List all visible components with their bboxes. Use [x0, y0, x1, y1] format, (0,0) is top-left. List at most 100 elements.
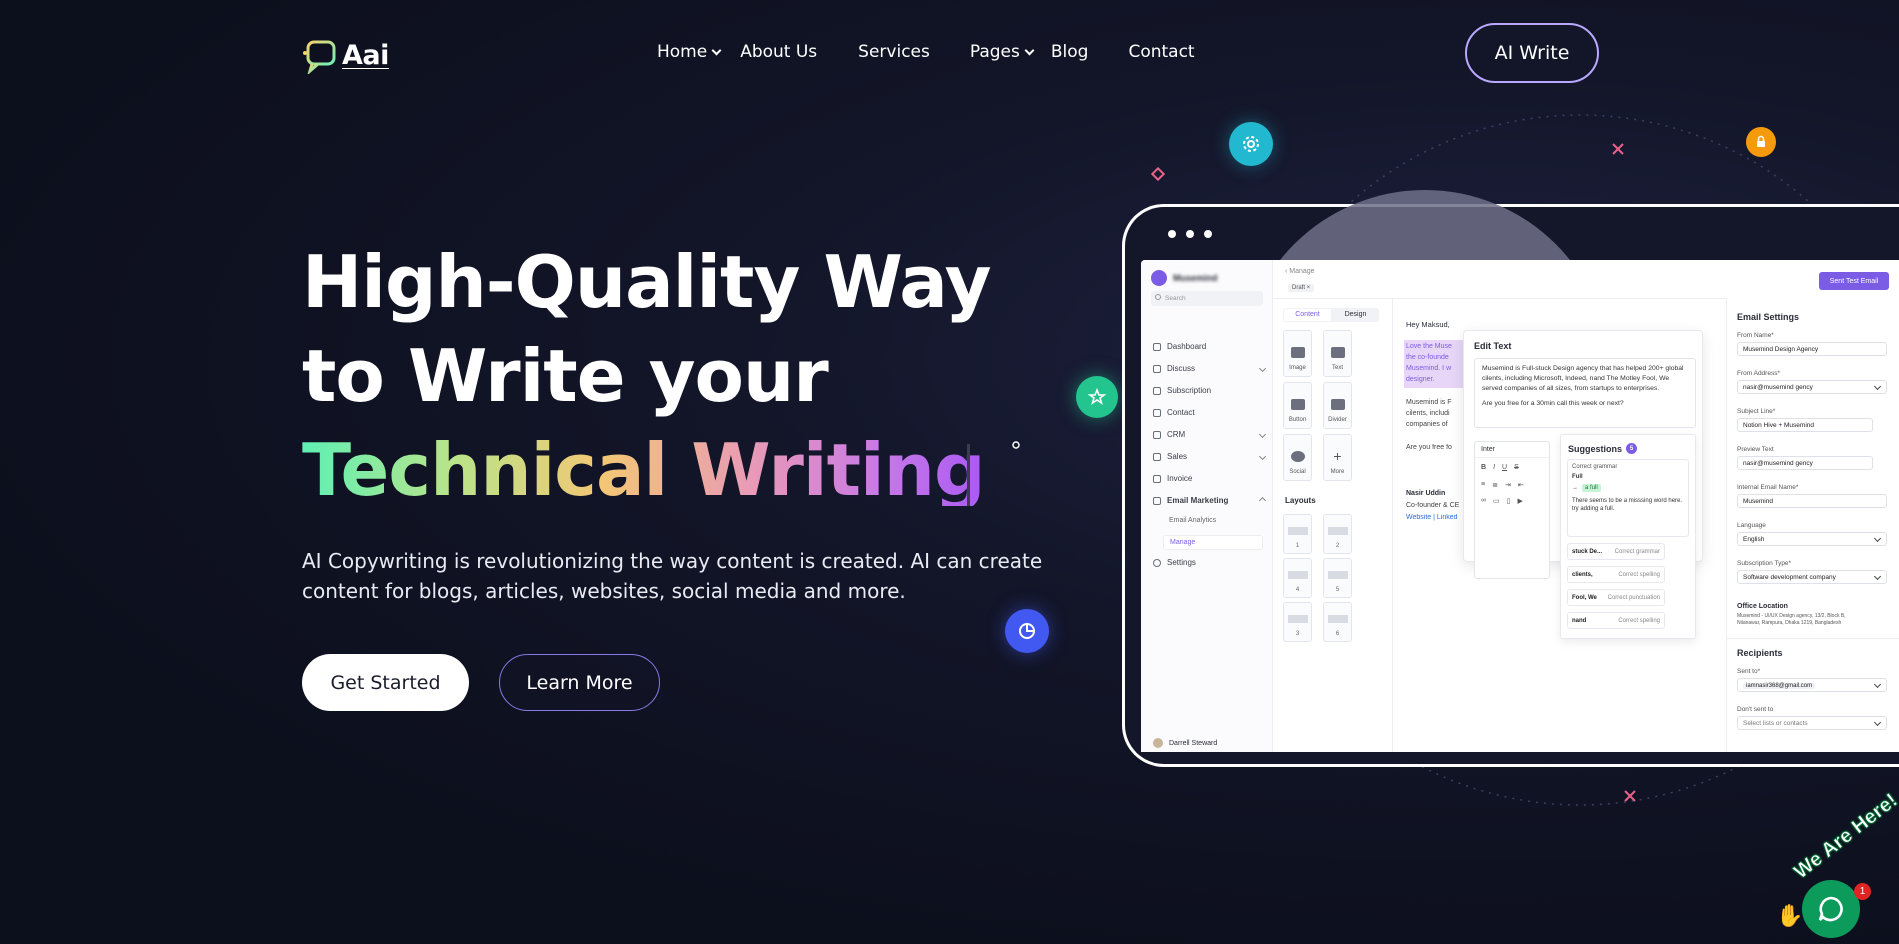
- dont-send-select[interactable]: Select lists or contacts: [1737, 716, 1887, 730]
- hero-title-line-2: to Write your: [302, 334, 829, 418]
- signature-name: Nasir Uddin: [1406, 490, 1446, 497]
- block-more[interactable]: + More: [1323, 434, 1352, 481]
- sidebar-item-label: Contact: [1167, 408, 1195, 417]
- layout-option[interactable]: 5: [1323, 558, 1352, 598]
- nav-home[interactable]: Home: [657, 42, 722, 62]
- block-text[interactable]: Text: [1323, 330, 1352, 377]
- contact-icon: [1153, 408, 1161, 417]
- ai-write-button[interactable]: AI Write: [1465, 23, 1599, 83]
- internal-name-input[interactable]: Musemind: [1737, 494, 1887, 508]
- language-select[interactable]: English: [1737, 532, 1887, 546]
- email-highlighted-text[interactable]: Love the Muse the co-founde Musemind. I …: [1404, 340, 1464, 388]
- bold-icon[interactable]: B: [1481, 464, 1486, 471]
- sidebar-item-dashboard[interactable]: Dashboard: [1153, 342, 1265, 351]
- file-icon[interactable]: ▯: [1507, 497, 1511, 505]
- tab-design[interactable]: Design: [1332, 308, 1379, 322]
- from-name-input[interactable]: Musemind Design Agency: [1737, 342, 1887, 356]
- logo-text: Aai: [342, 39, 389, 71]
- italic-icon[interactable]: I: [1493, 464, 1495, 471]
- recipient-chip[interactable]: iamnasir368@gmail.com: [1743, 683, 1816, 689]
- nav-services[interactable]: Services: [858, 42, 930, 62]
- suggestion-item[interactable]: Fool, We Correct punctuation: [1567, 589, 1665, 606]
- recipients-title: Recipients: [1737, 648, 1783, 658]
- learn-more-button[interactable]: Learn More: [499, 654, 660, 711]
- layout-option[interactable]: 3: [1283, 602, 1312, 642]
- sidebar-item-label: Settings: [1167, 558, 1196, 567]
- block-divider[interactable]: Divider: [1323, 382, 1352, 429]
- block-social[interactable]: Social: [1283, 434, 1312, 481]
- link-icon[interactable]: ∞: [1481, 497, 1486, 505]
- nav-blog[interactable]: Blog: [1051, 42, 1089, 62]
- suggestions-panel: Suggestions 5 Correct grammar Full → a fu…: [1560, 434, 1696, 668]
- sidebar-item-sales[interactable]: Sales: [1153, 452, 1267, 461]
- suggestion-word: stuck De...: [1572, 548, 1603, 555]
- layout-option[interactable]: 2: [1323, 514, 1352, 554]
- suggestion-fix-label: Correct spelling: [1618, 571, 1660, 578]
- app-search-input[interactable]: Search: [1151, 291, 1263, 306]
- user-profile[interactable]: Darrell Steward: [1153, 738, 1217, 748]
- signature-links[interactable]: Website | Linked: [1406, 514, 1464, 521]
- field-label: Language: [1737, 522, 1766, 529]
- edit-text-area[interactable]: Musemind is Full-stuck Design agency tha…: [1474, 358, 1696, 428]
- sidebar-item-discuss[interactable]: Discuss: [1153, 364, 1267, 373]
- underline-icon[interactable]: U: [1502, 464, 1507, 471]
- subscription-type-field: Subscription Type* Software development c…: [1737, 560, 1887, 584]
- star-icon: [1076, 376, 1118, 418]
- gear-icon: [1229, 122, 1273, 166]
- sales-icon: [1153, 452, 1161, 461]
- chevron-down-icon: [1258, 430, 1267, 439]
- sidebar-item-email-marketing[interactable]: Email Marketing: [1153, 496, 1267, 505]
- internal-name-field: Internal Email Name* Musemind: [1737, 484, 1887, 508]
- suggestion-fix[interactable]: a full: [1582, 484, 1601, 492]
- get-started-button[interactable]: Get Started: [302, 654, 469, 711]
- suggestion-fix-label: Correct spelling: [1618, 617, 1660, 624]
- sidebar-item-subscription[interactable]: Subscription: [1153, 386, 1265, 395]
- chat-button[interactable]: [1802, 880, 1860, 938]
- sidebar-item-settings[interactable]: Settings: [1153, 558, 1265, 567]
- layout-option[interactable]: 6: [1323, 602, 1352, 642]
- back-link[interactable]: ‹ Manage: [1285, 268, 1315, 275]
- strikethrough-icon[interactable]: S: [1514, 464, 1519, 471]
- video-icon[interactable]: ▶: [1517, 497, 1522, 505]
- suggestion-detail[interactable]: Correct grammar Full → a full There seems…: [1567, 459, 1689, 537]
- sidebar-item-label: Discuss: [1167, 364, 1196, 373]
- sidebar-item-crm[interactable]: CRM: [1153, 430, 1267, 439]
- office-location-text: Musemind - UI/UX Design agency, 13/2, Bl…: [1737, 613, 1846, 626]
- subscription-type-select[interactable]: Software development company: [1737, 570, 1887, 584]
- ordered-list-icon[interactable]: ≣: [1492, 481, 1498, 489]
- nav-contact[interactable]: Contact: [1128, 42, 1194, 62]
- nav-home-label: Home: [657, 42, 708, 62]
- subject-line-input[interactable]: Notion Hive + Musemind: [1737, 418, 1873, 432]
- sidebar-subitem-email-analytics[interactable]: Email Analytics: [1169, 517, 1216, 524]
- list-icon[interactable]: ≡: [1481, 481, 1485, 489]
- nav-pages[interactable]: Pages: [970, 42, 1035, 62]
- font-select[interactable]: Inter: [1475, 442, 1549, 458]
- logo[interactable]: Aai: [302, 36, 389, 74]
- nav-about[interactable]: About Us: [740, 42, 817, 62]
- sent-to-select[interactable]: iamnasir368@gmail.com: [1737, 678, 1887, 692]
- draft-chip[interactable]: Draft ×: [1288, 284, 1315, 292]
- tab-content[interactable]: Content: [1284, 309, 1331, 321]
- sidebar-item-contact[interactable]: Contact: [1153, 408, 1265, 417]
- chevron-down-icon: [711, 45, 722, 55]
- layout-preview: [1287, 615, 1308, 623]
- lock-icon: [1746, 127, 1776, 157]
- sidebar-item-invoice[interactable]: Invoice: [1153, 474, 1265, 483]
- send-test-email-button[interactable]: Sent Test Email: [1819, 272, 1889, 290]
- brand-name: Musemind: [1173, 273, 1218, 283]
- suggestion-item[interactable]: nand Correct spelling: [1567, 612, 1665, 629]
- suggestion-item[interactable]: clients, Correct spelling: [1567, 566, 1665, 583]
- sidebar-subitem-manage[interactable]: Manage: [1163, 535, 1263, 550]
- suggestion-item[interactable]: stuck De... Correct grammar: [1567, 543, 1665, 560]
- block-button[interactable]: Button: [1283, 382, 1312, 429]
- from-address-select[interactable]: nasir@musemind gency: [1737, 380, 1887, 394]
- indent-icon[interactable]: ⇥: [1505, 481, 1511, 489]
- layout-option[interactable]: 4: [1283, 558, 1312, 598]
- folder-icon[interactable]: ▭: [1493, 497, 1500, 505]
- preview-text-input[interactable]: nasir@musemind gency: [1737, 456, 1873, 470]
- email-settings-panel: Email Settings From Name* Musemind Design…: [1726, 298, 1899, 752]
- block-image[interactable]: Image: [1283, 330, 1312, 377]
- layout-option[interactable]: 1: [1283, 514, 1312, 554]
- outdent-icon[interactable]: ⇤: [1518, 481, 1524, 489]
- social-icon: [1290, 451, 1305, 462]
